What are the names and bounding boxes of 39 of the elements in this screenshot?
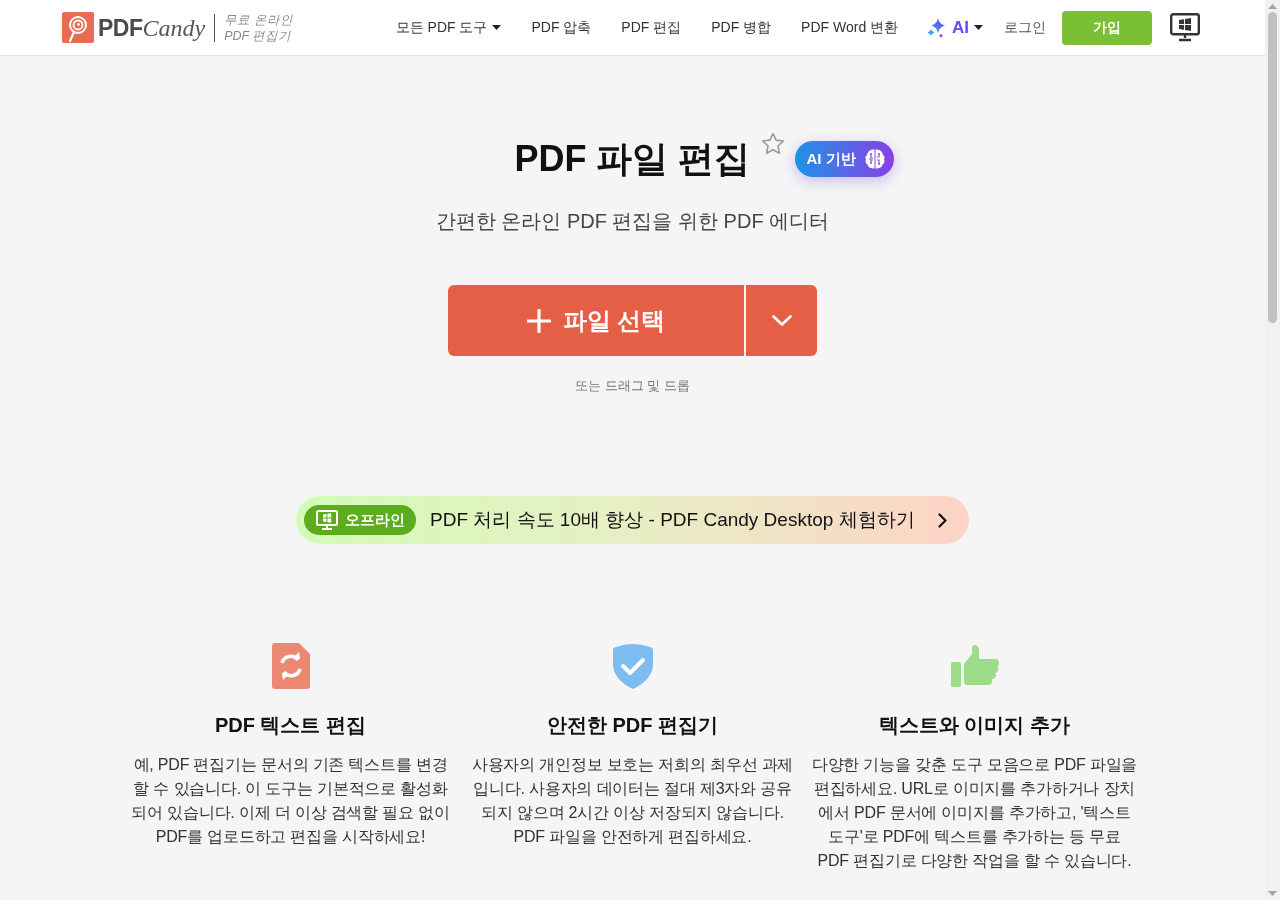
feature-title: PDF 텍스트 편집: [214, 713, 367, 738]
nav-link[interactable]: PDF 압축: [531, 18, 592, 37]
tagline-line: 무료 온라인: [224, 11, 293, 28]
logo-link[interactable]: PDFCandy: [62, 12, 206, 43]
nav-link[interactable]: PDF 병합: [711, 18, 772, 37]
monitor-windows-icon: [316, 510, 338, 530]
caret-icon: [974, 25, 983, 30]
feature-title: 텍스트와 이미지 추가: [878, 713, 1071, 738]
monitor-windows-icon: [1170, 13, 1200, 42]
ai-badge-label: AI 기반: [806, 149, 856, 169]
chevron-right-icon: [938, 512, 947, 528]
brain-icon: [863, 148, 886, 170]
scrollbar-thumb[interactable]: [1268, 12, 1277, 323]
sparkle-icon: [927, 17, 947, 38]
tagline-line: PDF 편집기: [224, 27, 293, 44]
page-subtitle: 간편한 온라인 PDF 편집을 위한 PDF 에디터: [435, 209, 830, 234]
nav-link[interactable]: 모든 PDF 도구: [395, 18, 502, 37]
logo-wordmark: PDFCandy: [98, 13, 206, 43]
feature-description: 사용자의 개인정보 보호는 저희의 최우선 과제입니다. 사용자의 데이터는 절대 제3자와 공유되지 않으며 2시간 이상 저장되지 않습니다. PDF 파일을 안전하게 편집하세요.: [470, 755, 795, 847]
login-link[interactable]: 로그인: [1004, 18, 1046, 37]
ai-menu-button[interactable]: AI: [927, 17, 983, 38]
promo-text: PDF 처리 속도 10배 향상 - PDF Candy Desktop 체험하기: [430, 508, 915, 532]
offline-label: 오프라인: [345, 510, 405, 530]
nav-link[interactable]: PDF 편집: [621, 18, 682, 37]
scroll-up-arrow-icon[interactable]: [1268, 4, 1277, 9]
scroll-down-arrow-icon[interactable]: [1268, 891, 1277, 896]
desktop-promo-banner[interactable]: 오프라인 PDF 처리 속도 10배 향상 - PDF Candy Desktop 체험하기: [296, 496, 969, 544]
feature-description: 예, PDF 편집기는 문서의 기존 텍스트를 변경할 수 있습니다. 이 도구는 기본적으로 활성화되어 있습니다. 이제 더 이상 검색할 필요 없이 PDF를 업로드하고 편집을 시작하세요!: [130, 755, 451, 847]
feature-title: 안전한 PDF 편집기: [546, 713, 719, 738]
upload-options-button[interactable]: [746, 285, 817, 356]
star-icon[interactable]: [760, 132, 785, 155]
feature-description: 다양한 기능을 갖춘 도구 모음으로 PDF 파일을 편집하세요. URL로 이미지를 추가하거나 장치에서 PDF 문서에 이미지를 추가하고, '텍스트 도구'로 PDF에 텍스트를 추가하는 등 무료 PDF 편집기로 다양한 작업을 할 수 있습니다.: [811, 755, 1138, 871]
plus-icon: [526, 308, 551, 333]
chevron-down-icon: [771, 315, 792, 326]
nav-link[interactable]: PDF Word 변환: [801, 18, 899, 37]
desktop-app-link[interactable]: [1170, 13, 1200, 42]
drop-hint: 또는 드래그 및 드롭: [575, 377, 690, 395]
page-title: PDF 파일 편집: [514, 137, 751, 181]
lollipop-logo-icon: [62, 12, 94, 43]
